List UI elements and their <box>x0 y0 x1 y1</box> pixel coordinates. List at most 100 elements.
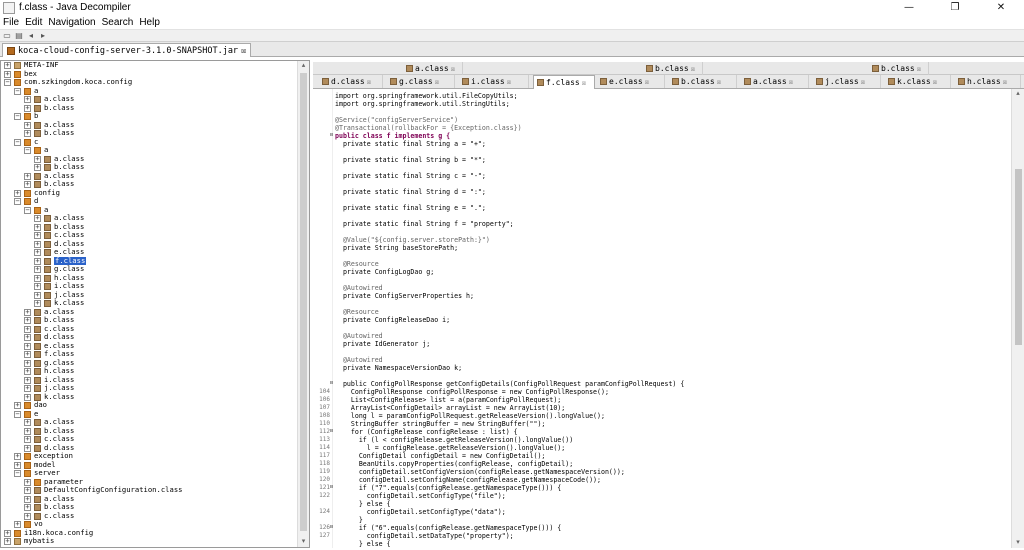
tree-item[interactable]: + f.class <box>1 256 297 265</box>
expand-icon[interactable]: + <box>4 70 11 78</box>
tree-item[interactable]: − a <box>1 145 297 155</box>
tree-item[interactable]: + h.class <box>1 273 297 283</box>
tab-close-icon[interactable]: ☒ <box>507 78 511 86</box>
forward-icon[interactable]: ▸ <box>38 31 48 40</box>
expand-icon[interactable]: + <box>34 283 41 290</box>
editor-tab[interactable]: e.class ☒ <box>597 75 665 88</box>
expand-icon[interactable]: + <box>14 453 21 460</box>
expand-icon[interactable]: + <box>34 155 41 163</box>
tab-close-icon[interactable]: ☒ <box>645 78 649 86</box>
editor-tab[interactable]: g.class ☒ <box>387 75 455 88</box>
tree-item[interactable]: + a.class <box>1 213 297 223</box>
expand-icon[interactable]: + <box>34 240 41 248</box>
expand-icon[interactable]: + <box>24 181 31 188</box>
expand-icon[interactable]: + <box>24 393 31 401</box>
code-editor[interactable]: import org.springframework.util.FileCopy… <box>313 89 1011 548</box>
tree-item[interactable]: + b.class <box>1 222 297 232</box>
expand-icon[interactable]: + <box>14 402 21 409</box>
jar-tab[interactable]: koca-cloud-config-server-3.1.0-SNAPSHOT.… <box>2 43 252 57</box>
tree-item[interactable]: + b.class <box>1 128 297 138</box>
menu-search[interactable]: Search <box>102 17 134 28</box>
tree-item[interactable]: + c.class <box>1 230 297 240</box>
menu-help[interactable]: Help <box>139 17 160 28</box>
close-button[interactable]: ✕ <box>978 0 1024 15</box>
expand-icon[interactable]: + <box>24 495 31 503</box>
editor-tab[interactable]: k.class ☒ <box>885 75 951 88</box>
tab-close-icon[interactable]: ☒ <box>861 78 865 86</box>
expand-icon[interactable]: + <box>24 487 31 494</box>
expand-icon[interactable]: + <box>24 376 31 384</box>
tree-item[interactable]: − com.szkingdom.koca.config <box>1 77 297 87</box>
menu-file[interactable]: File <box>3 17 19 28</box>
editor-tab[interactable]: a.class ☒ <box>403 62 463 75</box>
collapse-icon[interactable]: − <box>14 87 21 95</box>
minimize-button[interactable]: — <box>886 0 932 15</box>
tab-close-icon[interactable]: ☒ <box>933 78 937 86</box>
expand-icon[interactable]: + <box>34 274 41 282</box>
code-scroll-up-icon[interactable]: ▴ <box>1012 89 1024 99</box>
expand-icon[interactable]: + <box>24 427 31 435</box>
editor-tab[interactable]: j.class ☒ <box>813 75 881 88</box>
tab-close-icon[interactable]: ☒ <box>789 78 793 86</box>
maximize-button[interactable]: ❐ <box>932 0 978 15</box>
expand-icon[interactable]: + <box>14 189 21 197</box>
expand-icon[interactable]: + <box>24 121 31 129</box>
editor-tab[interactable]: d.class ☒ <box>319 75 383 88</box>
collapse-icon[interactable]: − <box>24 147 31 154</box>
collapse-icon[interactable]: − <box>14 138 21 146</box>
expand-icon[interactable]: + <box>24 504 31 511</box>
collapse-icon[interactable]: − <box>24 206 31 214</box>
expand-icon[interactable]: + <box>24 172 31 180</box>
expand-icon[interactable]: + <box>24 512 31 520</box>
open-file-icon[interactable]: ▭ <box>2 31 12 40</box>
expand-icon[interactable]: + <box>34 223 41 231</box>
expand-icon[interactable]: + <box>14 521 21 528</box>
expand-icon[interactable]: + <box>4 529 11 537</box>
expand-icon[interactable]: + <box>24 436 31 443</box>
expand-icon[interactable]: + <box>4 538 11 545</box>
scroll-down-icon[interactable]: ▾ <box>298 537 309 547</box>
tree-scroll-thumb[interactable] <box>300 73 307 531</box>
tree-item[interactable]: + d.class <box>1 239 297 249</box>
tree-item[interactable]: + c.class <box>1 511 297 521</box>
expand-icon[interactable]: + <box>24 308 31 316</box>
expand-icon[interactable]: + <box>24 419 31 426</box>
tab-close-icon[interactable]: ☒ <box>917 65 921 73</box>
expand-icon[interactable]: + <box>34 215 41 222</box>
tree-item[interactable]: + e.class <box>1 247 297 257</box>
tab-close-icon[interactable]: ☒ <box>367 78 371 86</box>
editor-tab[interactable]: b.class ☒ <box>643 62 703 75</box>
scroll-up-icon[interactable]: ▴ <box>298 61 309 71</box>
tree-item[interactable]: + i.class <box>1 281 297 291</box>
collapse-icon[interactable]: − <box>14 113 21 120</box>
expand-icon[interactable]: + <box>34 266 41 273</box>
editor-tab[interactable]: b.class ☒ <box>869 62 929 75</box>
editor-tab[interactable]: f.class ☒ <box>533 75 595 89</box>
tree-item[interactable]: + config <box>1 188 297 198</box>
collapse-icon[interactable]: − <box>4 79 11 86</box>
editor-tab[interactable]: b.class ☒ <box>669 75 737 88</box>
expand-icon[interactable]: + <box>34 257 41 265</box>
tree-item[interactable]: + a.class <box>1 154 297 164</box>
expand-icon[interactable]: + <box>34 232 41 239</box>
tree-item[interactable]: + dao <box>1 400 297 410</box>
tree-item[interactable]: + g.class <box>1 264 297 274</box>
expand-icon[interactable]: + <box>34 164 41 171</box>
expand-icon[interactable]: + <box>4 62 11 69</box>
collapse-icon[interactable]: − <box>14 410 21 418</box>
collapse-icon[interactable]: − <box>14 470 21 477</box>
back-icon[interactable]: ◂ <box>26 31 36 40</box>
tab-close-icon[interactable]: ☒ <box>451 65 455 73</box>
tree-scrollbar[interactable]: ▴ ▾ <box>297 61 309 547</box>
expand-icon[interactable]: + <box>24 368 31 375</box>
collapse-icon[interactable]: − <box>14 198 21 205</box>
open-type-icon[interactable]: ▤ <box>14 31 24 40</box>
expand-icon[interactable]: + <box>24 342 31 350</box>
expand-icon[interactable]: + <box>14 461 21 469</box>
tab-close-icon[interactable]: ☒ <box>1003 78 1007 86</box>
tab-close-icon[interactable]: ☒ <box>717 78 721 86</box>
expand-icon[interactable]: + <box>34 300 41 307</box>
expand-icon[interactable]: + <box>24 385 31 392</box>
jar-tab-close-icon[interactable]: ☒ <box>241 46 246 56</box>
tab-close-icon[interactable]: ☒ <box>435 78 439 86</box>
